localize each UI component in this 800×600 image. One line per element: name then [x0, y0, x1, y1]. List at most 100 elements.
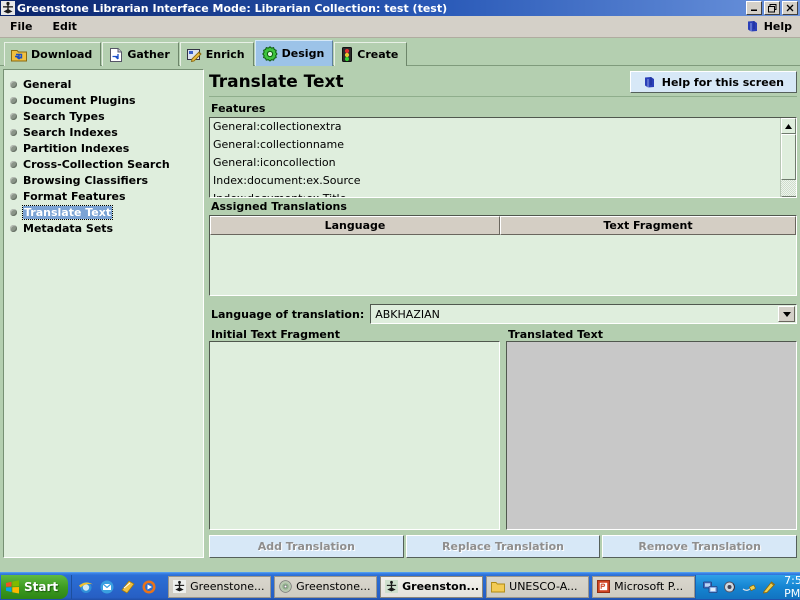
- system-tray: 7:57 PM: [695, 574, 800, 600]
- taskbar-item-label: Microsoft P...: [614, 580, 684, 593]
- features-listbox[interactable]: General:collectionextra General:collecti…: [209, 117, 797, 198]
- replace-translation-button[interactable]: Replace Translation: [405, 535, 601, 558]
- help-book-icon: [746, 20, 759, 33]
- window-controls: [746, 1, 798, 15]
- table-header-row: Language Text Fragment: [210, 216, 796, 235]
- close-button[interactable]: [782, 1, 798, 15]
- windows-flag-icon: [5, 579, 20, 594]
- plug-icon[interactable]: [742, 580, 757, 594]
- page-title: Translate Text: [209, 72, 344, 92]
- list-item[interactable]: General:collectionextra: [210, 118, 780, 136]
- tab-create[interactable]: Create: [334, 42, 408, 66]
- window-titlebar: Greenstone Librarian Interface Mode: Lib…: [0, 0, 800, 16]
- bullet-icon: [10, 112, 17, 120]
- list-item[interactable]: Index:document:ex.Title: [210, 190, 780, 197]
- sidebar-item-browsing-classifiers[interactable]: Browsing Classifiers: [10, 172, 199, 188]
- scroll-track-pattern: [781, 180, 796, 196]
- initial-text-fragment-label: Initial Text Fragment: [211, 328, 340, 341]
- window-title: Greenstone Librarian Interface Mode: Lib…: [17, 1, 448, 15]
- taskbar-item-powerpoint[interactable]: Microsoft P...: [592, 575, 696, 598]
- initial-text-fragment-input[interactable]: [209, 341, 500, 530]
- features-list-items: General:collectionextra General:collecti…: [210, 118, 780, 197]
- textarea-labels-row: Initial Text Fragment Translated Text: [209, 328, 797, 341]
- sidebar-item-format-features[interactable]: Format Features: [10, 188, 199, 204]
- list-item[interactable]: Index:document:ex.Source: [210, 172, 780, 190]
- scroll-up-icon[interactable]: [781, 118, 796, 134]
- textareas-row: [209, 341, 797, 530]
- features-scrollbar[interactable]: [780, 118, 796, 197]
- sidebar-item-search-types[interactable]: Search Types: [10, 108, 199, 124]
- menu-help-group[interactable]: Help: [746, 18, 794, 35]
- network-icon[interactable]: [703, 580, 718, 594]
- content-area: General Document Plugins Search Types Se…: [0, 66, 800, 561]
- sidebar-item-metadata-sets[interactable]: Metadata Sets: [10, 220, 199, 236]
- taskbar-windows: Greenstone... Greenstone... Greenston...…: [163, 575, 696, 598]
- language-of-translation-select[interactable]: ABKHAZIAN: [370, 304, 797, 324]
- features-label: Features: [211, 102, 266, 115]
- download-folder-icon: [11, 48, 27, 62]
- outlook-icon[interactable]: [99, 579, 115, 595]
- scroll-track[interactable]: [781, 134, 796, 196]
- add-translation-button[interactable]: Add Translation: [209, 535, 404, 558]
- sidebar-item-search-indexes[interactable]: Search Indexes: [10, 124, 199, 140]
- media-icon[interactable]: [120, 579, 136, 595]
- enrich-pencil-icon: [186, 48, 202, 62]
- minimize-button[interactable]: [746, 1, 762, 15]
- taskbar-item-greenstone-3[interactable]: Greenston...: [380, 575, 484, 598]
- taskbar-item-greenstone-1[interactable]: Greenstone...: [168, 575, 272, 598]
- pencil-icon[interactable]: [762, 580, 776, 594]
- tab-enrich[interactable]: Enrich: [179, 42, 254, 66]
- title-divider: [209, 96, 797, 97]
- menu-item-edit[interactable]: Edit: [43, 18, 87, 35]
- help-book-icon: [643, 76, 656, 89]
- chevron-down-icon[interactable]: [778, 306, 795, 322]
- menu-item-help[interactable]: Help: [762, 18, 794, 35]
- sidebar-item-label: Search Types: [23, 109, 105, 123]
- taskbar-item-label: Greenston...: [402, 580, 480, 593]
- taskbar-item-greenstone-2[interactable]: Greenstone...: [274, 575, 378, 598]
- language-of-translation-value: ABKHAZIAN: [375, 307, 440, 321]
- sidebar-item-document-plugins[interactable]: Document Plugins: [10, 92, 199, 108]
- sidebar-item-cross-collection-search[interactable]: Cross-Collection Search: [10, 156, 199, 172]
- start-button[interactable]: Start: [1, 574, 69, 599]
- sidebar-item-translate-text[interactable]: Translate Text: [10, 204, 199, 220]
- tab-label-download: Download: [31, 48, 93, 61]
- menubar: File Edit Help: [0, 16, 800, 38]
- player-icon[interactable]: [141, 579, 157, 595]
- powerpoint-icon: [597, 580, 611, 593]
- list-item[interactable]: General:iconcollection: [210, 154, 780, 172]
- bullet-icon: [10, 160, 17, 168]
- sidebar-item-label: Partition Indexes: [23, 141, 130, 155]
- greenstone-logo-icon: [1, 1, 15, 15]
- design-sidebar: General Document Plugins Search Types Se…: [3, 69, 204, 558]
- column-header-text-fragment[interactable]: Text Fragment: [500, 216, 796, 235]
- tab-gather[interactable]: Gather: [102, 42, 179, 66]
- remove-translation-button[interactable]: Remove Translation: [602, 535, 798, 558]
- taskbar-item-unesco[interactable]: UNESCO-A...: [486, 575, 590, 598]
- tab-download[interactable]: Download: [4, 42, 102, 66]
- tab-label-design: Design: [281, 47, 325, 60]
- sidebar-item-label: Format Features: [23, 189, 126, 203]
- panel-header: Translate Text Help for this screen: [209, 69, 797, 95]
- tab-design[interactable]: Design: [254, 40, 334, 66]
- taskbar-item-label: UNESCO-A...: [509, 580, 578, 593]
- help-for-this-screen-button[interactable]: Help for this screen: [629, 71, 797, 93]
- restore-button[interactable]: [764, 1, 780, 15]
- language-of-translation-label: Language of translation:: [211, 307, 365, 321]
- bullet-icon: [10, 96, 17, 104]
- bullet-icon: [10, 128, 17, 136]
- menu-item-file[interactable]: File: [0, 18, 43, 35]
- sidebar-item-partition-indexes[interactable]: Partition Indexes: [10, 140, 199, 156]
- list-item[interactable]: General:collectionname: [210, 136, 780, 154]
- translated-text-input[interactable]: [506, 341, 797, 530]
- clock[interactable]: 7:57 PM: [784, 574, 800, 600]
- scroll-thumb[interactable]: [781, 134, 796, 180]
- ie-icon[interactable]: [78, 579, 94, 595]
- column-header-language[interactable]: Language: [210, 216, 500, 235]
- taskbar-item-label: Greenstone...: [296, 580, 371, 593]
- create-trafficlight-icon: [341, 47, 353, 62]
- assigned-translations-table[interactable]: Language Text Fragment: [209, 215, 797, 296]
- volume-icon[interactable]: [723, 580, 737, 594]
- table-body-empty[interactable]: [210, 235, 796, 295]
- sidebar-item-general[interactable]: General: [10, 76, 199, 92]
